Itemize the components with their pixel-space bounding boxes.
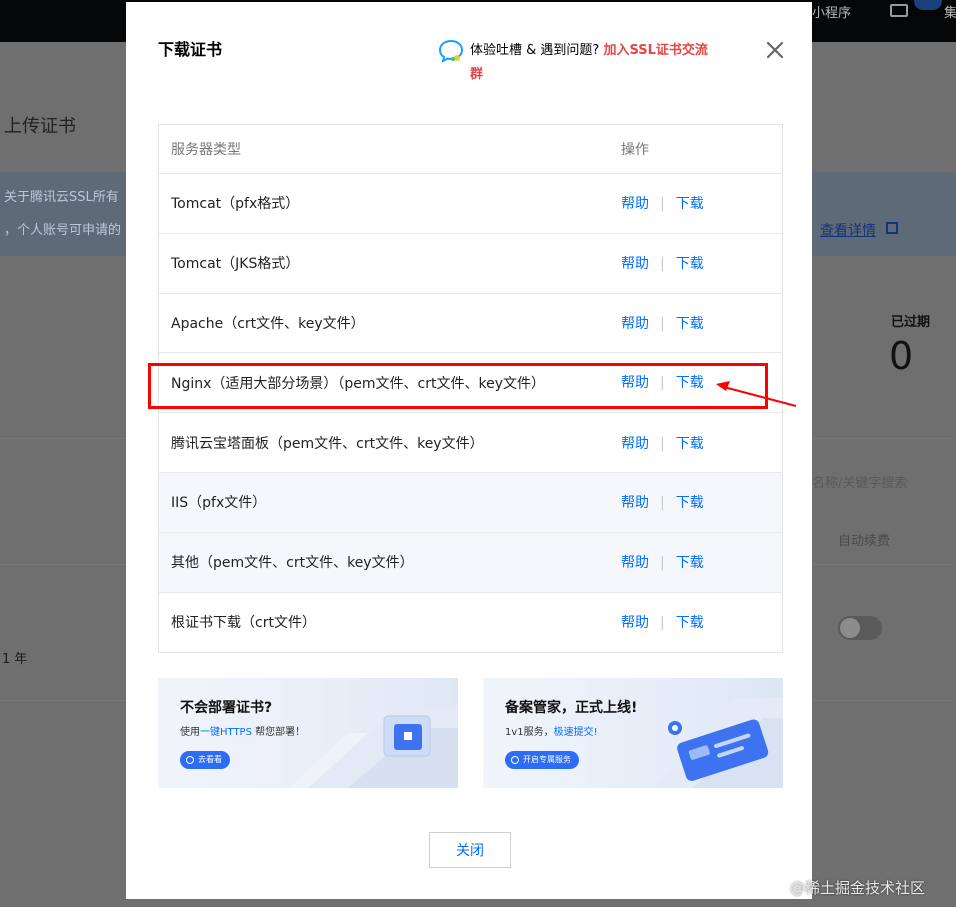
help-link[interactable]: 帮助 bbox=[621, 196, 649, 212]
separator: | bbox=[660, 615, 665, 632]
certificate-term: 1 年 bbox=[2, 652, 28, 667]
table-header-row: 服务器类型 操作 bbox=[159, 125, 782, 174]
close-dialog-button[interactable]: 关闭 bbox=[429, 832, 511, 868]
banner-subtitle: 1v1服务，极速提交! bbox=[505, 727, 598, 738]
feedback-text: 体验吐槽 & 遇到问题? bbox=[470, 43, 600, 58]
help-link[interactable]: 帮助 bbox=[621, 495, 649, 511]
table-row: IIS（pfx文件） 帮助 | 下载 bbox=[159, 472, 782, 533]
banner-button-go[interactable]: 去看看 bbox=[180, 751, 230, 769]
help-link[interactable]: 帮助 bbox=[621, 555, 649, 571]
close-icon[interactable] bbox=[763, 38, 787, 62]
table-row: 腾讯云宝塔面板（pem文件、crt文件、key文件） 帮助 | 下载 bbox=[159, 413, 782, 473]
server-type-name: Tomcat（pfx格式） bbox=[171, 196, 300, 213]
column-header-server-type: 服务器类型 bbox=[171, 142, 241, 158]
table-row: Apache（crt文件、key文件） 帮助 | 下载 bbox=[159, 294, 782, 354]
separator: | bbox=[660, 495, 665, 512]
download-certificate-dialog: 下载证书 体验吐槽 & 遇到问题? 加入SSL证书交流 群 服务器类型 操作 T… bbox=[126, 2, 812, 899]
download-link[interactable]: 下载 bbox=[676, 436, 704, 452]
separator: | bbox=[660, 555, 665, 572]
server-type-name: 根证书下载（crt文件） bbox=[171, 615, 316, 632]
server-type-name: IIS（pfx文件） bbox=[171, 495, 267, 512]
promo-banner-deploy[interactable]: 不会部署证书? 使用一键HTTPS 帮您部署！ 去看看 bbox=[158, 678, 458, 788]
avatar-badge[interactable] bbox=[914, 0, 942, 10]
column-header-auto-renew: 自动续费 bbox=[838, 534, 891, 549]
feedback-prompt: 体验吐槽 & 遇到问题? 加入SSL证书交流 bbox=[470, 39, 708, 58]
separator: | bbox=[660, 435, 665, 452]
download-link[interactable]: 下载 bbox=[676, 316, 704, 332]
help-link[interactable]: 帮助 bbox=[621, 316, 649, 332]
banner-title: 不会部署证书? bbox=[180, 700, 273, 716]
separator: | bbox=[660, 256, 665, 273]
table-row: Tomcat（pfx格式） 帮助 | 下载 bbox=[159, 174, 782, 234]
server-type-name: 其他（pem文件、crt文件、key文件） bbox=[171, 555, 414, 572]
help-link[interactable]: 帮助 bbox=[621, 256, 649, 272]
join-ssl-group-link[interactable]: 加入SSL证书交流 bbox=[603, 43, 707, 58]
column-header-action: 操作 bbox=[621, 142, 649, 158]
search-input[interactable]: 名称/关键字搜索 bbox=[812, 472, 907, 491]
banner-button-service[interactable]: 开启专属服务 bbox=[505, 751, 579, 769]
banner-title: 备案管家，正式上线! bbox=[505, 700, 638, 716]
download-link[interactable]: 下载 bbox=[676, 555, 704, 571]
separator: | bbox=[660, 196, 665, 213]
external-link-icon bbox=[886, 222, 898, 234]
help-link[interactable]: 帮助 bbox=[621, 436, 649, 452]
notice-detail-link[interactable]: 查看详情 bbox=[820, 220, 876, 240]
join-ssl-group-link-cont[interactable]: 群 bbox=[470, 63, 483, 82]
mail-icon[interactable] bbox=[890, 4, 908, 17]
download-link[interactable]: 下载 bbox=[676, 256, 704, 272]
topbar-right-item[interactable]: 集 bbox=[944, 2, 956, 21]
deploy-illustration-icon bbox=[288, 708, 458, 788]
banner-subtitle: 使用一键HTTPS 帮您部署！ bbox=[180, 727, 306, 738]
help-link[interactable]: 帮助 bbox=[621, 615, 649, 631]
watermark: @稀土掘金技术社区 bbox=[790, 879, 926, 897]
tab-upload-certificate[interactable]: 上传证书 bbox=[4, 112, 76, 138]
server-type-name: Apache（crt文件、key文件） bbox=[171, 315, 365, 332]
download-link[interactable]: 下载 bbox=[676, 615, 704, 631]
download-link[interactable]: 下载 bbox=[676, 196, 704, 212]
dialog-title: 下载证书 bbox=[158, 40, 223, 59]
separator: | bbox=[660, 315, 665, 332]
auto-renew-toggle[interactable] bbox=[838, 616, 882, 640]
highlight-annotation-box bbox=[148, 363, 768, 409]
topbar-mini-program-link[interactable]: 小程序 bbox=[812, 2, 851, 21]
annotation-arrow-icon bbox=[716, 381, 797, 407]
promo-banner-filing[interactable]: 备案管家，正式上线! 1v1服务，极速提交! 开启专属服务 bbox=[483, 678, 783, 788]
notice-text-1: 关于腾讯云SSL所有 bbox=[4, 190, 119, 205]
expired-count-label: 已过期 bbox=[891, 315, 931, 330]
chat-bubble-icon bbox=[438, 39, 464, 63]
table-row: 根证书下载（crt文件） 帮助 | 下载 bbox=[159, 593, 782, 653]
filing-illustration-icon bbox=[653, 698, 783, 788]
table-row: Tomcat（JKS格式） 帮助 | 下载 bbox=[159, 234, 782, 294]
server-type-name: 腾讯云宝塔面板（pem文件、crt文件、key文件） bbox=[171, 435, 484, 452]
expired-count-value: 0 bbox=[889, 334, 914, 378]
notice-text-2: ，个人账号可申请的 bbox=[4, 223, 122, 238]
table-row: 其他（pem文件、crt文件、key文件） 帮助 | 下载 bbox=[159, 532, 782, 593]
server-type-name: Tomcat（JKS格式） bbox=[171, 256, 300, 273]
download-link[interactable]: 下载 bbox=[676, 495, 704, 511]
